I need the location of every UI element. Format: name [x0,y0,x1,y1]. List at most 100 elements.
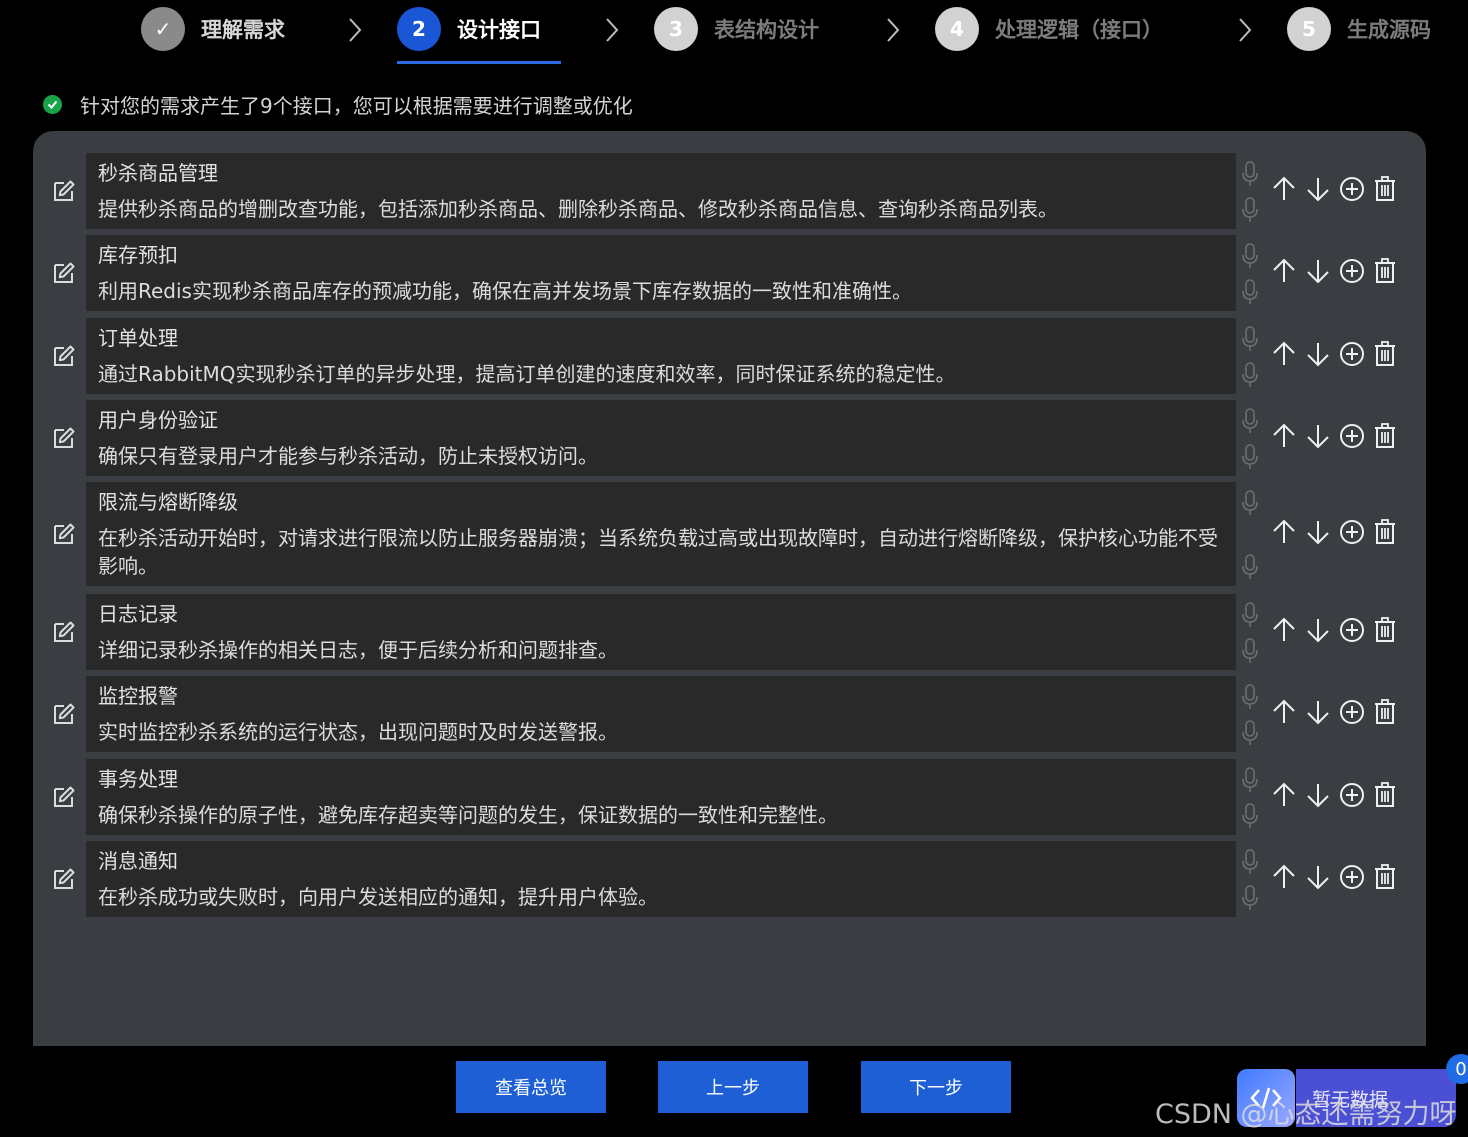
move-up-icon[interactable] [1271,176,1305,206]
edit-icon[interactable] [51,343,77,369]
interface-list-panel: 秒杀商品管理 提供秒杀商品的增删改查功能，包括添加秒杀商品、删除秒杀商品、修改秒杀… [33,131,1426,1046]
step-design-api[interactable]: 2 设计接口 [397,7,541,51]
move-up-icon[interactable] [1271,617,1305,647]
move-up-icon[interactable] [1271,341,1305,371]
mic-icon[interactable] [1241,362,1259,388]
interface-row: 事务处理 确保秒杀操作的原子性，避免库存超卖等问题的发生，保证数据的一致性和完整性… [33,759,1426,835]
delete-icon[interactable] [1373,699,1405,729]
interface-row: 日志记录 详细记录秒杀操作的相关日志，便于后续分析和问题排查。 [33,594,1426,670]
step-logic[interactable]: 4 处理逻辑（接口） [935,7,1163,51]
mic-icon[interactable] [1241,885,1259,911]
interface-card: 订单处理 通过RabbitMQ实现秒杀订单的异步处理，提高订单创建的速度和效率，同… [86,318,1236,394]
mic-icon[interactable] [1241,444,1259,470]
move-up-icon[interactable] [1271,864,1305,894]
move-up-icon[interactable] [1271,699,1305,729]
mic-icon[interactable] [1241,408,1259,434]
edit-icon[interactable] [51,178,77,204]
interface-row: 订单处理 通过RabbitMQ实现秒杀订单的异步处理，提高订单创建的速度和效率，同… [33,318,1426,394]
check-circle-icon [43,95,62,114]
delete-icon[interactable] [1373,864,1405,894]
move-up-icon[interactable] [1271,423,1305,453]
interface-title: 监控报警 [98,684,178,708]
add-icon[interactable] [1339,176,1373,206]
interface-description: 详细记录秒杀操作的相关日志，便于后续分析和问题排查。 [98,638,618,662]
move-up-icon[interactable] [1271,782,1305,812]
move-down-icon[interactable] [1305,617,1339,647]
delete-icon[interactable] [1373,519,1405,549]
interface-card: 秒杀商品管理 提供秒杀商品的增删改查功能，包括添加秒杀商品、删除秒杀商品、修改秒杀… [86,153,1236,229]
interface-card: 消息通知 在秒杀成功或失败时，向用户发送相应的通知，提升用户体验。 [86,841,1236,917]
edit-icon[interactable] [51,260,77,286]
info-message: 针对您的需求产生了9个接口，您可以根据需要进行调整或优化 [43,90,633,119]
delete-icon[interactable] [1373,341,1405,371]
move-down-icon[interactable] [1305,864,1339,894]
add-icon[interactable] [1339,864,1373,894]
add-icon[interactable] [1339,341,1373,371]
interface-row: 库存预扣 利用Redis实现秒杀商品库存的预减功能，确保在高并发场景下库存数据的一… [33,235,1426,311]
row-actions [1271,699,1411,729]
interface-title: 订单处理 [98,326,178,350]
move-up-icon[interactable] [1271,258,1305,288]
prev-step-button[interactable]: 上一步 [658,1061,808,1113]
next-step-button[interactable]: 下一步 [861,1061,1011,1113]
move-down-icon[interactable] [1305,341,1339,371]
edit-icon[interactable] [51,425,77,451]
add-icon[interactable] [1339,617,1373,647]
edit-icon[interactable] [51,701,77,727]
interface-card: 库存预扣 利用Redis实现秒杀商品库存的预减功能，确保在高并发场景下库存数据的一… [86,235,1236,311]
delete-icon[interactable] [1373,423,1405,453]
delete-icon[interactable] [1373,176,1405,206]
interface-title: 事务处理 [98,767,178,791]
edit-icon[interactable] [51,619,77,645]
mic-icon[interactable] [1241,554,1259,580]
step-generate-code[interactable]: 5 生成源码 [1287,7,1431,51]
interface-title: 消息通知 [98,849,178,873]
interface-description: 利用Redis实现秒杀商品库存的预减功能，确保在高并发场景下库存数据的一致性和准… [98,279,912,303]
interface-title: 限流与熔断降级 [98,490,238,514]
interface-row: 消息通知 在秒杀成功或失败时，向用户发送相应的通知，提升用户体验。 [33,841,1426,917]
add-icon[interactable] [1339,782,1373,812]
move-up-icon[interactable] [1271,519,1305,549]
mic-icon[interactable] [1241,638,1259,664]
move-down-icon[interactable] [1305,519,1339,549]
mic-icon[interactable] [1241,279,1259,305]
add-icon[interactable] [1339,519,1373,549]
interface-row: 限流与熔断降级 在秒杀活动开始时，对请求进行限流以防止服务器崩溃；当系统负载过高或… [33,482,1426,586]
delete-icon[interactable] [1373,617,1405,647]
move-down-icon[interactable] [1305,258,1339,288]
active-step-underline [397,61,561,64]
mic-icon[interactable] [1241,684,1259,710]
move-down-icon[interactable] [1305,176,1339,206]
step-table-design[interactable]: 3 表结构设计 [654,7,819,51]
mic-icon[interactable] [1241,602,1259,628]
mic-icon[interactable] [1241,326,1259,352]
mic-icon[interactable] [1241,490,1259,516]
delete-icon[interactable] [1373,258,1405,288]
add-icon[interactable] [1339,423,1373,453]
info-text: 针对您的需求产生了9个接口，您可以根据需要进行调整或优化 [80,94,633,118]
edit-icon[interactable] [51,866,77,892]
mic-icon[interactable] [1241,197,1259,223]
mic-icon[interactable] [1241,767,1259,793]
move-down-icon[interactable] [1305,782,1339,812]
step-number: 3 [654,7,698,51]
notification-badge: 0 [1446,1054,1468,1084]
step-understand[interactable]: ✓ 理解需求 [141,7,285,51]
add-icon[interactable] [1339,258,1373,288]
step-label: 理解需求 [201,18,285,42]
move-down-icon[interactable] [1305,423,1339,453]
mic-icon[interactable] [1241,849,1259,875]
mic-icon[interactable] [1241,243,1259,269]
mic-icon[interactable] [1241,720,1259,746]
mic-icon[interactable] [1241,161,1259,187]
move-down-icon[interactable] [1305,699,1339,729]
mic-icon[interactable] [1241,803,1259,829]
row-actions [1271,176,1411,206]
view-overview-button[interactable]: 查看总览 [456,1061,606,1113]
interface-card: 事务处理 确保秒杀操作的原子性，避免库存超卖等问题的发生，保证数据的一致性和完整性… [86,759,1236,835]
delete-icon[interactable] [1373,782,1405,812]
add-icon[interactable] [1339,699,1373,729]
edit-icon[interactable] [51,784,77,810]
edit-icon[interactable] [51,521,77,547]
watermark: CSDN @心态还需努力呀 [1155,1099,1457,1130]
